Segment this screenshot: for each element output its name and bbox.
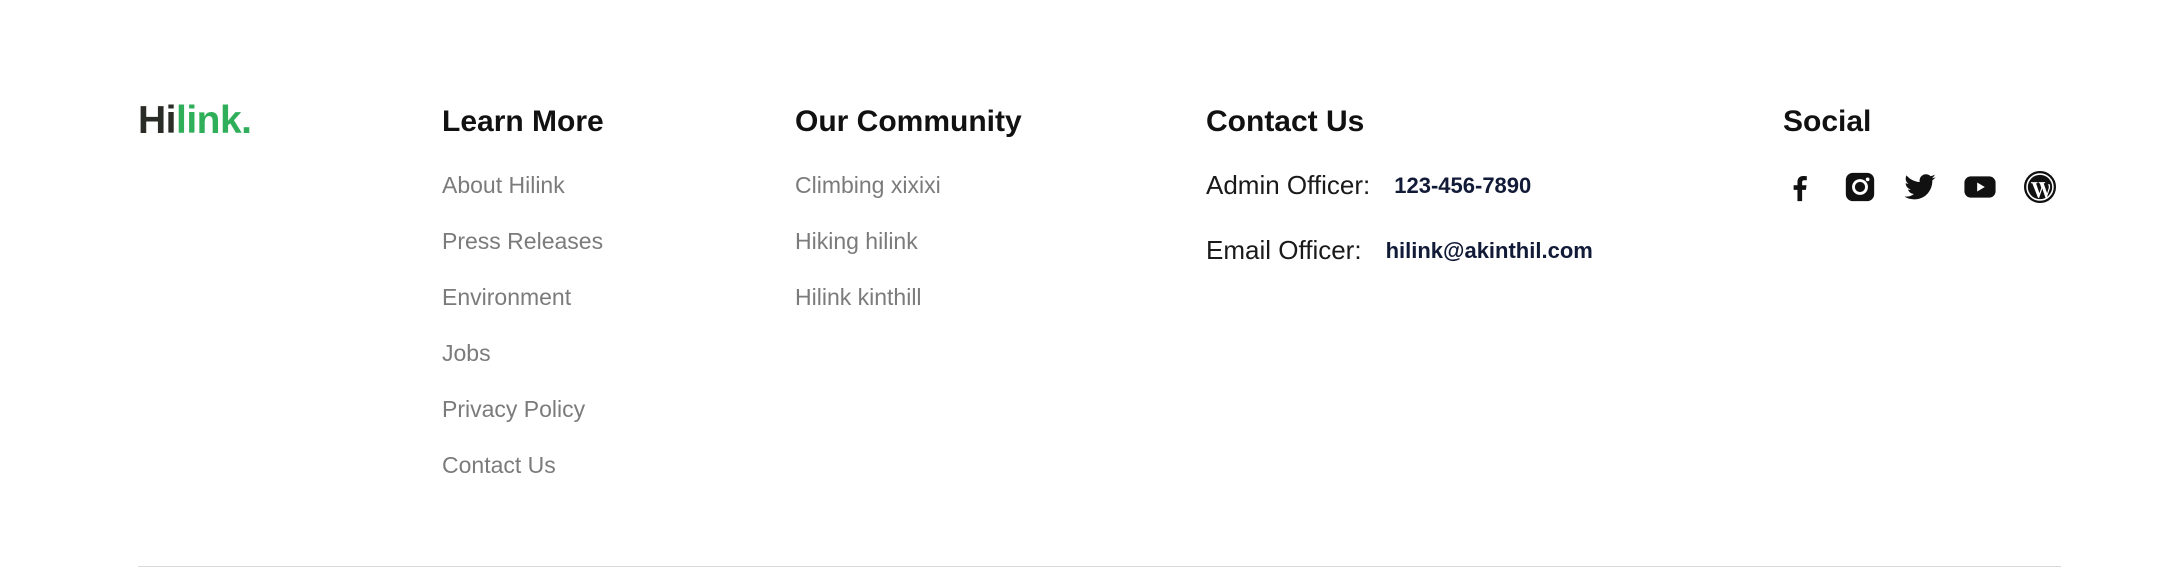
link-about-hilink[interactable]: About Hilink <box>442 172 565 198</box>
link-hilink-kinthill[interactable]: Hilink kinthill <box>795 284 922 310</box>
contact-row-admin: Admin Officer: 123-456-7890 <box>1206 170 1593 201</box>
community-title: Our Community <box>795 105 1022 138</box>
list-item: Privacy Policy <box>442 390 604 446</box>
twitter-icon[interactable] <box>1903 170 1937 204</box>
learn-more-column: Learn More About Hilink Press Releases E… <box>442 104 604 502</box>
link-hiking-hilink[interactable]: Hiking hilink <box>795 228 918 254</box>
social-column: Social <box>1783 104 2057 204</box>
list-item: Environment <box>442 278 604 334</box>
hilink-logo[interactable]: Hilink. <box>138 97 252 145</box>
facebook-icon[interactable] <box>1783 170 1817 204</box>
social-title: Social <box>1783 105 1872 138</box>
learn-more-links: About Hilink Press Releases Environment … <box>442 166 604 502</box>
community-links: Climbing xixixi Hiking hilink Hilink kin… <box>795 166 1022 334</box>
email-officer-address[interactable]: hilink@akinthil.com <box>1386 238 1593 264</box>
community-column: Our Community Climbing xixixi Hiking hil… <box>795 104 1022 334</box>
learn-more-title: Learn More <box>442 105 604 138</box>
footer-divider <box>138 566 2061 567</box>
link-jobs[interactable]: Jobs <box>442 340 491 366</box>
list-item: About Hilink <box>442 166 604 222</box>
link-environment[interactable]: Environment <box>442 284 571 310</box>
email-officer-label: Email Officer: <box>1206 235 1362 265</box>
admin-officer-phone[interactable]: 123-456-7890 <box>1394 173 1531 199</box>
logo-text-dark: Hi <box>138 99 177 142</box>
link-contact-us[interactable]: Contact Us <box>442 452 556 478</box>
contact-row-email: Email Officer: hilink@akinthil.com <box>1206 235 1593 266</box>
list-item: Hilink kinthill <box>795 278 1022 334</box>
link-press-releases[interactable]: Press Releases <box>442 228 603 254</box>
contact-column: Contact Us Admin Officer: 123-456-7890 E… <box>1206 104 1593 266</box>
youtube-icon[interactable] <box>1963 170 1997 204</box>
link-privacy-policy[interactable]: Privacy Policy <box>442 396 585 422</box>
wordpress-icon[interactable] <box>2023 170 2057 204</box>
list-item: Contact Us <box>442 446 604 502</box>
list-item: Press Releases <box>442 222 604 278</box>
admin-officer-label: Admin Officer: <box>1206 170 1371 200</box>
social-icons <box>1783 170 2057 204</box>
list-item: Hiking hilink <box>795 222 1022 278</box>
instagram-icon[interactable] <box>1843 170 1877 204</box>
contact-title: Contact Us <box>1206 105 1365 138</box>
list-item: Climbing xixixi <box>795 166 1022 222</box>
site-footer: Hilink. Learn More About Hilink Press Re… <box>0 0 2168 576</box>
logo-text-green: link. <box>176 99 252 142</box>
list-item: Jobs <box>442 334 604 390</box>
link-climbing-xixixi[interactable]: Climbing xixixi <box>795 172 941 198</box>
